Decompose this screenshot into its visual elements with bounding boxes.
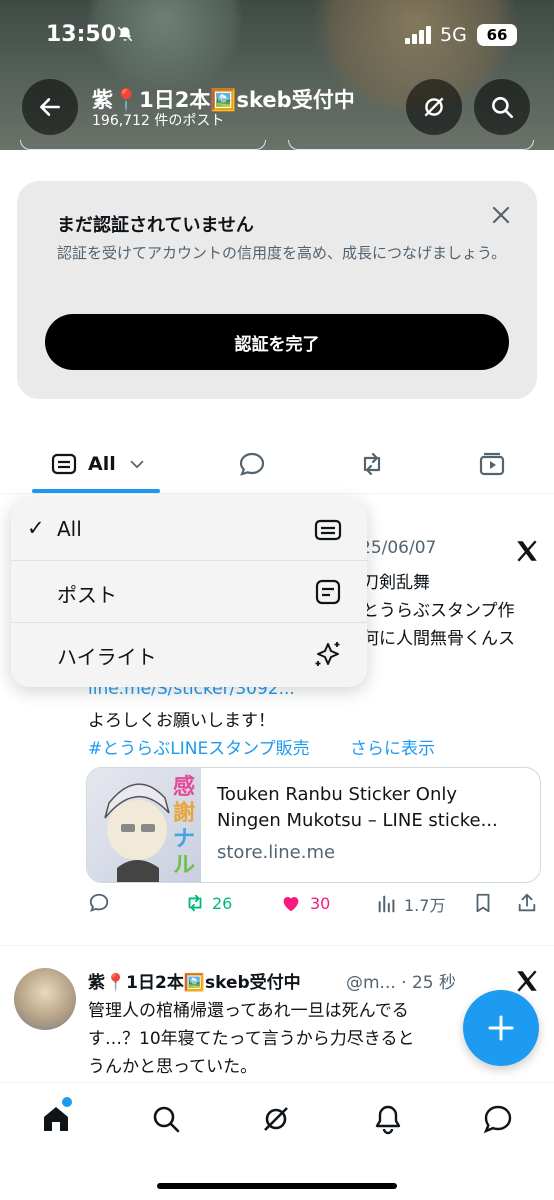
profile-tabs: All [0, 436, 554, 494]
status-time: 13:50 [46, 22, 117, 47]
tweet-actions: 26 30 1.7万 [0, 892, 554, 922]
status-bar: 13:50 5G 66 [0, 22, 554, 52]
home-indicator [157, 1183, 397, 1189]
verification-card: まだ認証されていません 認証を受けてアカウントの信用度を高め、成長につなげましょ… [17, 181, 537, 399]
tab-all-label: All [88, 453, 116, 475]
like-button[interactable]: 30 [280, 892, 330, 914]
menu-item-label: ポスト [57, 583, 117, 607]
signal-icon [405, 26, 433, 44]
notification-dot [62, 1097, 72, 1107]
like-count: 30 [310, 893, 331, 913]
share-icon [518, 893, 536, 912]
menu-item-posts[interactable]: ポスト [11, 561, 367, 623]
analytics-icon [378, 895, 395, 913]
svg-text:感: 感 [173, 774, 195, 800]
search-icon [492, 97, 514, 119]
bookmark-icon [476, 893, 490, 913]
active-tab-indicator [32, 489, 160, 493]
svg-text:ナ: ナ [173, 827, 195, 852]
repost-icon [363, 452, 381, 476]
tweet-text-line: 管理人の棺桶帰還ってあれ一旦は死んでる [88, 1001, 409, 1021]
tab-media[interactable] [478, 436, 506, 492]
menu-item-label: ハイライト [57, 645, 157, 669]
grok-icon [424, 97, 444, 117]
x-logo-icon [517, 970, 537, 992]
view-count: 1.7万 [404, 896, 446, 915]
repost-icon [188, 894, 202, 912]
search-button[interactable] [474, 79, 530, 135]
post-icon [315, 579, 341, 605]
video-icon [479, 452, 505, 476]
grok-button[interactable] [406, 79, 462, 135]
show-more-link[interactable]: さらに表示 [350, 734, 435, 759]
feed-icon [314, 519, 342, 541]
reply-button[interactable] [88, 892, 110, 914]
profile-header: 13:50 5G 66 紫📍1日2本🖼️skeb受付中 196,712 件のポス… [0, 0, 554, 150]
complete-verification-button[interactable]: 認証を完了 [45, 314, 509, 370]
bookmark-button[interactable] [472, 892, 494, 914]
hashtag-link[interactable]: #とうらぶLINEスタンプ販売 [88, 734, 310, 759]
share-button[interactable] [516, 892, 538, 914]
nav-search[interactable] [150, 1103, 182, 1135]
nav-grok[interactable] [260, 1103, 292, 1135]
tweet-text-line: す…？10年寝てたって言うから力尽きると [88, 1029, 415, 1049]
menu-item-label: All [57, 517, 82, 541]
menu-item-highlights[interactable]: ハイライト [11, 623, 367, 685]
sparkle-icon [315, 642, 340, 666]
menu-item-all[interactable]: ✓ All [11, 499, 367, 561]
bell-icon [375, 1105, 401, 1135]
post-count: 196,712 件のポスト [92, 113, 225, 129]
verification-description: 認証を受けてアカウントの信用度を高め、成長につなげましょう。 [57, 244, 507, 262]
svg-text:謝: 謝 [173, 800, 195, 826]
profile-buttons-edge [0, 140, 554, 152]
network-type: 5G [440, 24, 467, 46]
home-icon [44, 1107, 68, 1131]
svg-text:ル: ル [173, 853, 195, 878]
bottom-navigation [0, 1082, 554, 1200]
tweet-date: 25/06/07 [360, 538, 437, 558]
tab-replies[interactable] [238, 436, 266, 492]
tweet-text-line: とうらぶスタンプ作 [362, 601, 515, 621]
heart-icon [283, 897, 299, 912]
link-card[interactable]: 感 謝 ナ ル Touken Ranbu Sticker Only Ningen… [86, 767, 541, 883]
silent-bell-icon [116, 25, 134, 48]
plus-icon [488, 1015, 514, 1041]
grok-icon [264, 1107, 288, 1131]
close-icon[interactable] [489, 203, 513, 227]
tweet-text-line: うんかと思っていた。 [88, 1057, 258, 1077]
tweet-text-line: 何に人間無骨くんス [362, 629, 515, 649]
repost-count: 26 [212, 893, 233, 913]
reply-bubble-icon [239, 452, 265, 476]
tab-all[interactable]: All [50, 436, 148, 492]
card-title: Touken Ranbu Sticker Only [217, 784, 458, 805]
back-button[interactable] [22, 79, 78, 135]
tab-reposts[interactable] [358, 436, 386, 492]
card-domain: store.line.me [217, 842, 336, 863]
tweet-text-line: 刀剣乱舞 [362, 573, 430, 593]
tweet-handle-time: @m... · 25 秒 [346, 973, 457, 993]
feed-icon [51, 453, 77, 475]
reply-icon [89, 893, 109, 912]
card-title-2: Ningen Mukotsu – LINE sticke... [217, 810, 498, 831]
avatar[interactable] [14, 968, 76, 1030]
compose-button[interactable] [463, 990, 539, 1066]
search-icon [153, 1106, 180, 1133]
arrow-left-icon [40, 98, 60, 116]
sticker-thumbnail: 感 謝 ナ ル [87, 768, 201, 882]
nav-notifications[interactable] [372, 1103, 404, 1135]
filter-dropdown-menu: ✓ All ポスト ハイライト [11, 499, 367, 687]
x-logo-icon [517, 540, 537, 562]
repost-button[interactable]: 26 [184, 892, 232, 914]
message-bubble-icon [483, 1105, 512, 1134]
nav-messages[interactable] [482, 1103, 514, 1135]
tweet-author-name[interactable]: 紫📍1日2本🖼️skeb受付中 [88, 968, 301, 993]
check-icon: ✓ [27, 516, 45, 540]
verification-title: まだ認証されていません [57, 215, 254, 236]
tweet-text-line: よろしくお願いします！ [88, 711, 275, 731]
views-button[interactable]: 1.7万 [376, 892, 445, 916]
nav-home[interactable] [40, 1103, 72, 1135]
chevron-down-icon [130, 460, 144, 469]
battery-icon: 66 [477, 24, 517, 46]
